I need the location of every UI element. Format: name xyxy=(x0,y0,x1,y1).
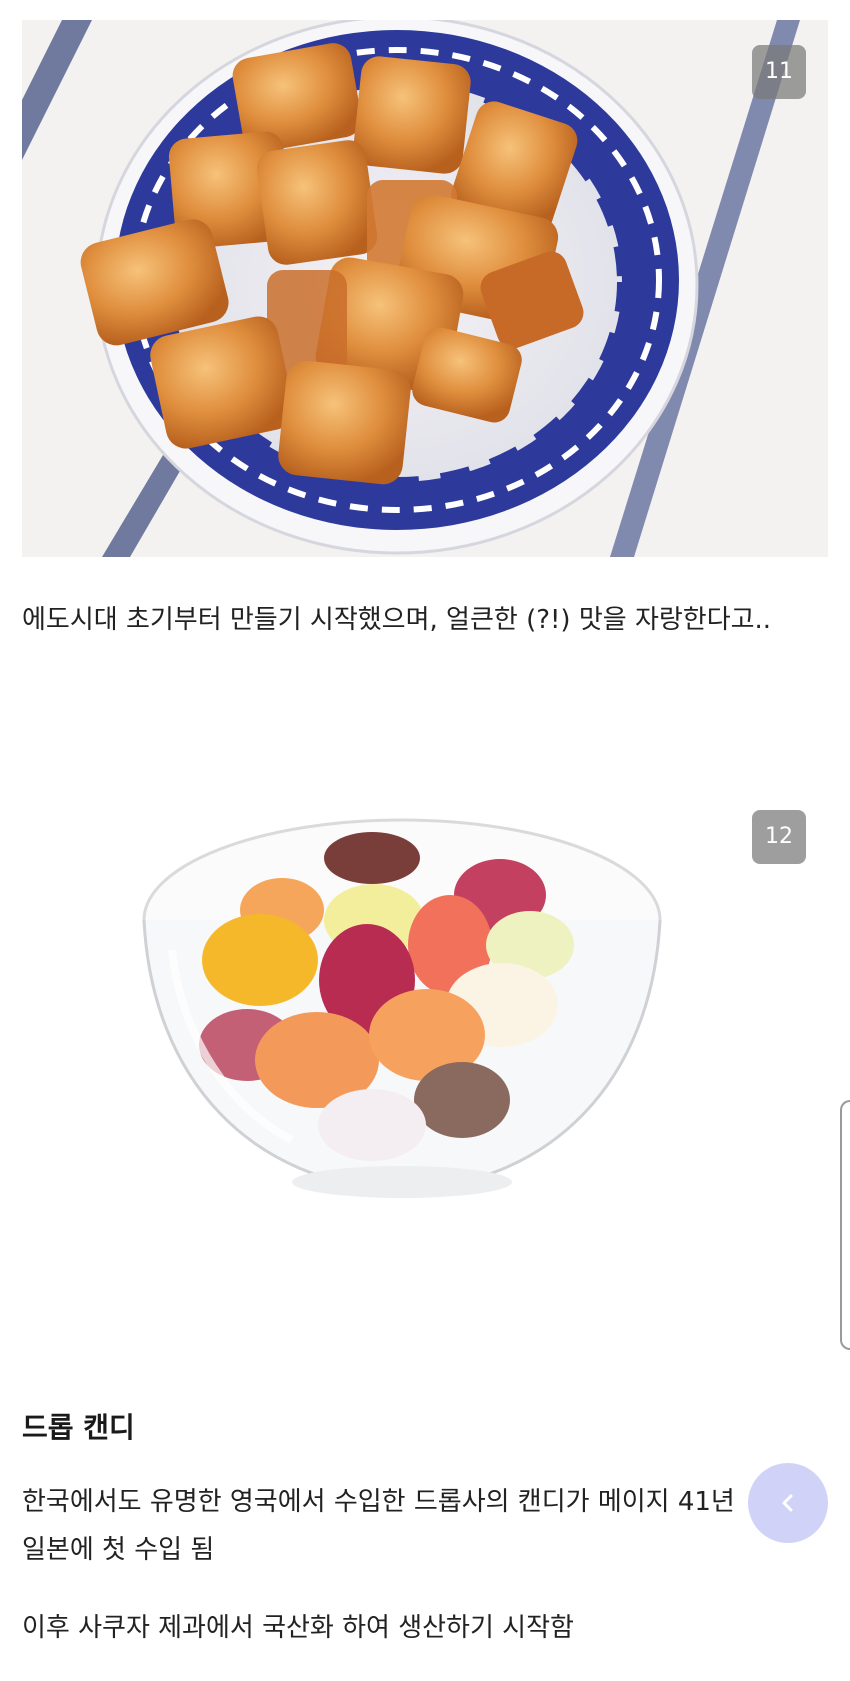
paragraph-drop-import: 한국에서도 유명한 영국에서 수입한 드롭사의 캔디가 메이지 41년 일본에 … xyxy=(22,1487,735,1565)
floating-back-button[interactable] xyxy=(748,1463,828,1543)
image-drop-candies[interactable]: 12 xyxy=(22,780,828,1300)
article-body: 11 에도시대 초기부터 만들기 시작했으며, 얼큰한 (?!) 맛을 자랑한다… xyxy=(0,0,850,1681)
paragraph-edo-candy: 에도시대 초기부터 만들기 시작했으며, 얼큰한 (?!) 맛을 자랑한다고.. xyxy=(22,605,772,635)
scroll-handle[interactable] xyxy=(840,1100,850,1350)
paragraph-sakuma-production: 이후 사쿠자 제과에서 국산화 하여 생산하기 시작함 xyxy=(22,1613,574,1643)
chevron-left-icon xyxy=(782,1494,793,1512)
amber-candies-photo xyxy=(22,20,828,557)
image-counter-badge: 11 xyxy=(752,45,806,99)
section-heading: 드롭 캔디 xyxy=(22,1411,135,1444)
image-amber-candies[interactable]: 11 xyxy=(22,20,828,557)
image-counter-badge: 12 xyxy=(752,810,806,864)
drop-candies-photo xyxy=(22,780,828,1300)
